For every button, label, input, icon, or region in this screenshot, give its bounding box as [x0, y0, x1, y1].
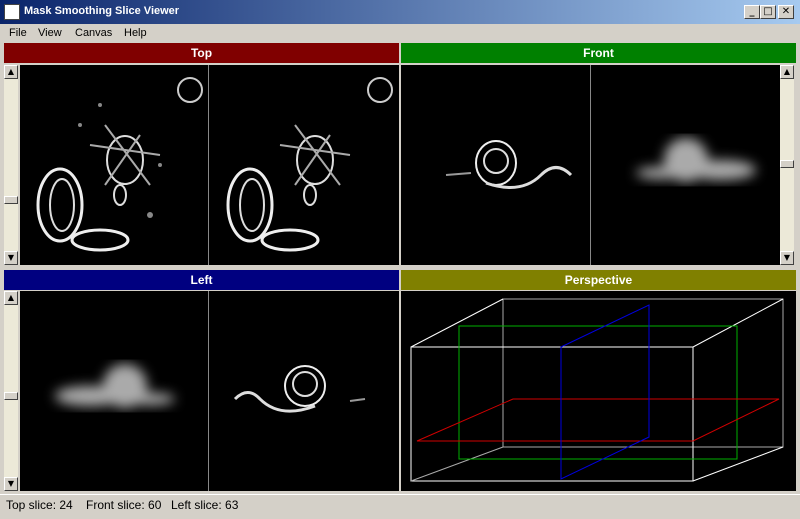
menu-bar	[0, 24, 800, 42]
scroll-up-icon[interactable]: ▲	[780, 65, 794, 79]
top-slice-view[interactable]	[20, 65, 399, 265]
top-center-divider	[208, 65, 209, 265]
left-scroll-thumb[interactable]	[4, 392, 18, 400]
left-panel-header: Left	[4, 270, 399, 290]
scroll-up-icon[interactable]: ▲	[4, 65, 18, 79]
perspective-box-render	[410, 298, 784, 482]
maximize-button[interactable]: □	[760, 5, 776, 19]
top-scroll-thumb[interactable]	[4, 196, 18, 204]
left-slice-view[interactable]	[20, 291, 399, 491]
close-button[interactable]: ✕	[778, 5, 794, 19]
left-slice-scrollbar[interactable]	[4, 291, 18, 491]
front-scroll-thumb[interactable]	[780, 160, 794, 168]
front-panel-header: Front	[401, 43, 796, 63]
left-center-divider	[208, 291, 209, 491]
left-slice-image	[55, 364, 366, 413]
top-slice-status: Top slice: 24	[6, 498, 73, 512]
menu-view[interactable]: View	[38, 26, 62, 40]
scroll-down-icon[interactable]: ▼	[4, 477, 18, 491]
menu-file[interactable]: File	[9, 26, 27, 40]
scroll-up-icon[interactable]: ▲	[4, 291, 18, 305]
window-title: Mask Smoothing Slice Viewer	[24, 5, 180, 17]
menu-help[interactable]: Help	[124, 26, 147, 40]
top-slice-image	[36, 77, 393, 252]
left-slice-status: Left slice: 63	[171, 498, 239, 512]
front-slice-status: Front slice: 60	[86, 498, 162, 512]
top-panel-header: Top	[4, 43, 399, 63]
top-slice-scrollbar[interactable]	[4, 65, 18, 265]
perspective-panel-header: Perspective	[401, 270, 796, 290]
minimize-button[interactable]: _	[744, 5, 760, 19]
perspective-view[interactable]	[401, 291, 796, 491]
scroll-down-icon[interactable]: ▼	[4, 251, 18, 265]
scroll-down-icon[interactable]: ▼	[780, 251, 794, 265]
menu-canvas[interactable]: Canvas	[75, 26, 112, 40]
java-app-icon[interactable]	[4, 4, 20, 20]
front-center-divider	[590, 65, 591, 265]
